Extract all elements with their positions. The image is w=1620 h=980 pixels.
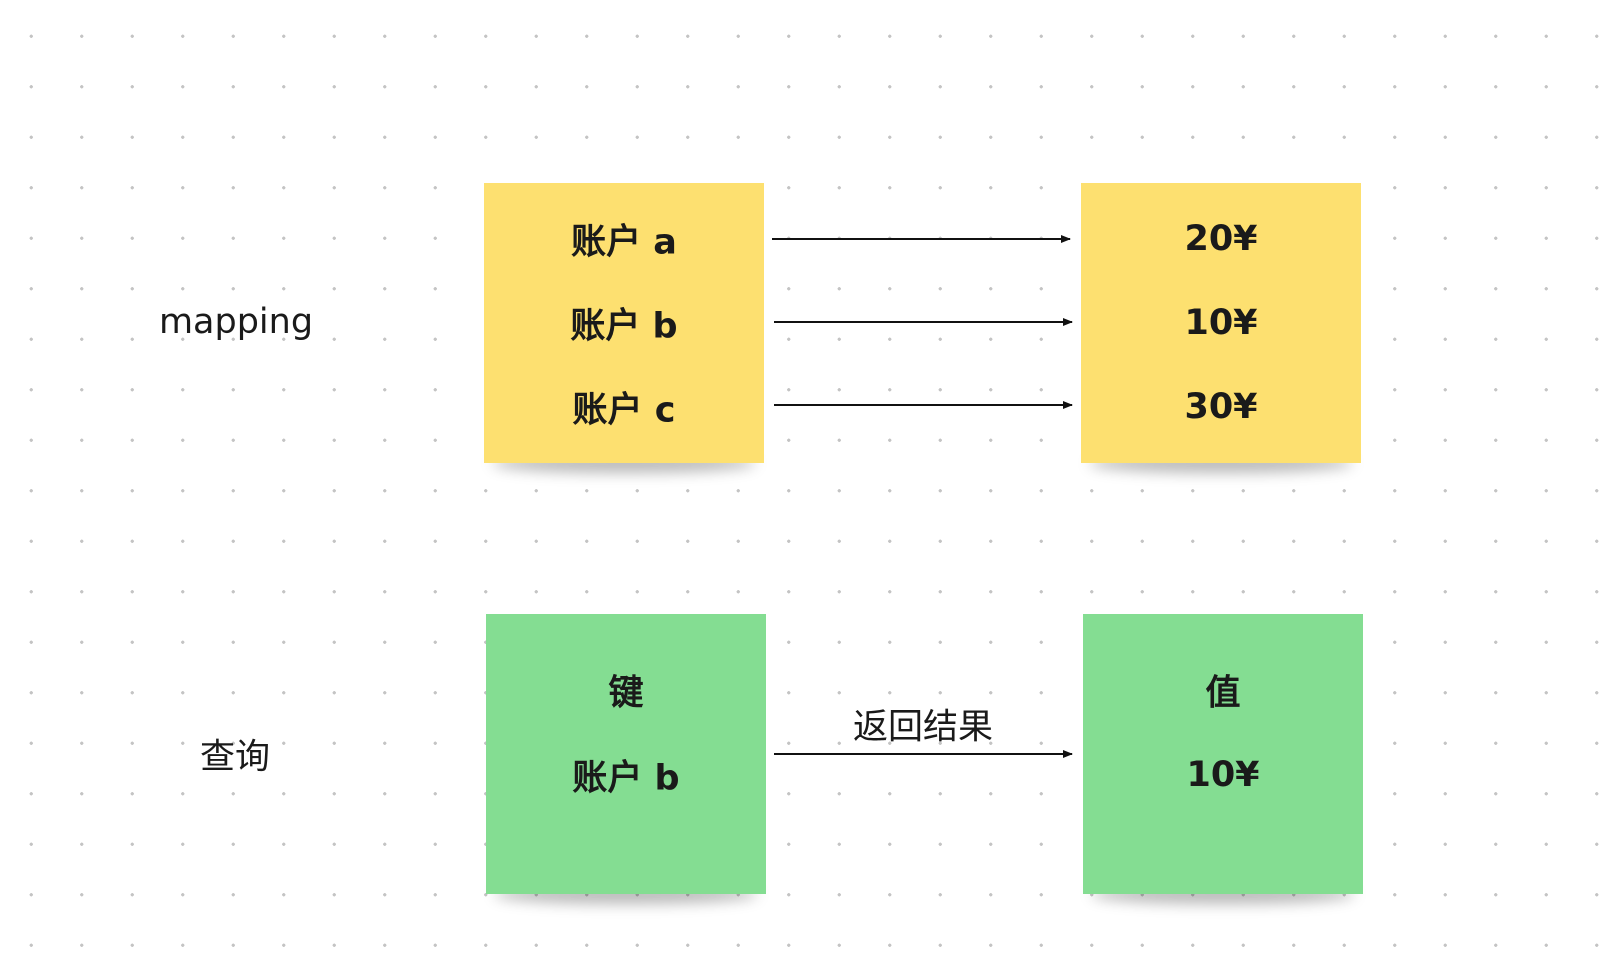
mapping-values-note[interactable]: 20¥ 10¥ 30¥ [1081, 183, 1361, 463]
mapping-value-c: 30¥ [1184, 387, 1258, 427]
query-value-value: 10¥ [1186, 755, 1260, 795]
query-key-value: 账户 b [572, 758, 680, 799]
mapping-value-b: 10¥ [1184, 303, 1258, 343]
arrow-query-caption: 返回结果 [852, 707, 994, 748]
query-key-note[interactable]: 键 账户 b [486, 614, 766, 894]
mapping-key-c: 账户 c [572, 390, 676, 431]
query-value-note[interactable]: 值 10¥ [1083, 614, 1363, 894]
mapping-keys-note[interactable]: 账户 a 账户 b 账户 c [484, 183, 764, 463]
mapping-key-b: 账户 b [570, 306, 678, 347]
mapping-value-a: 20¥ [1184, 219, 1258, 259]
diagram-canvas: mapping 查询 账户 a 账户 b 账户 c 20¥ 10¥ 30¥ 键 … [0, 0, 1620, 980]
query-value-title: 值 [1205, 673, 1241, 714]
query-key-title: 键 [608, 673, 644, 714]
connector-arrows [772, 235, 1073, 758]
mapping-key-a: 账户 a [571, 222, 677, 263]
